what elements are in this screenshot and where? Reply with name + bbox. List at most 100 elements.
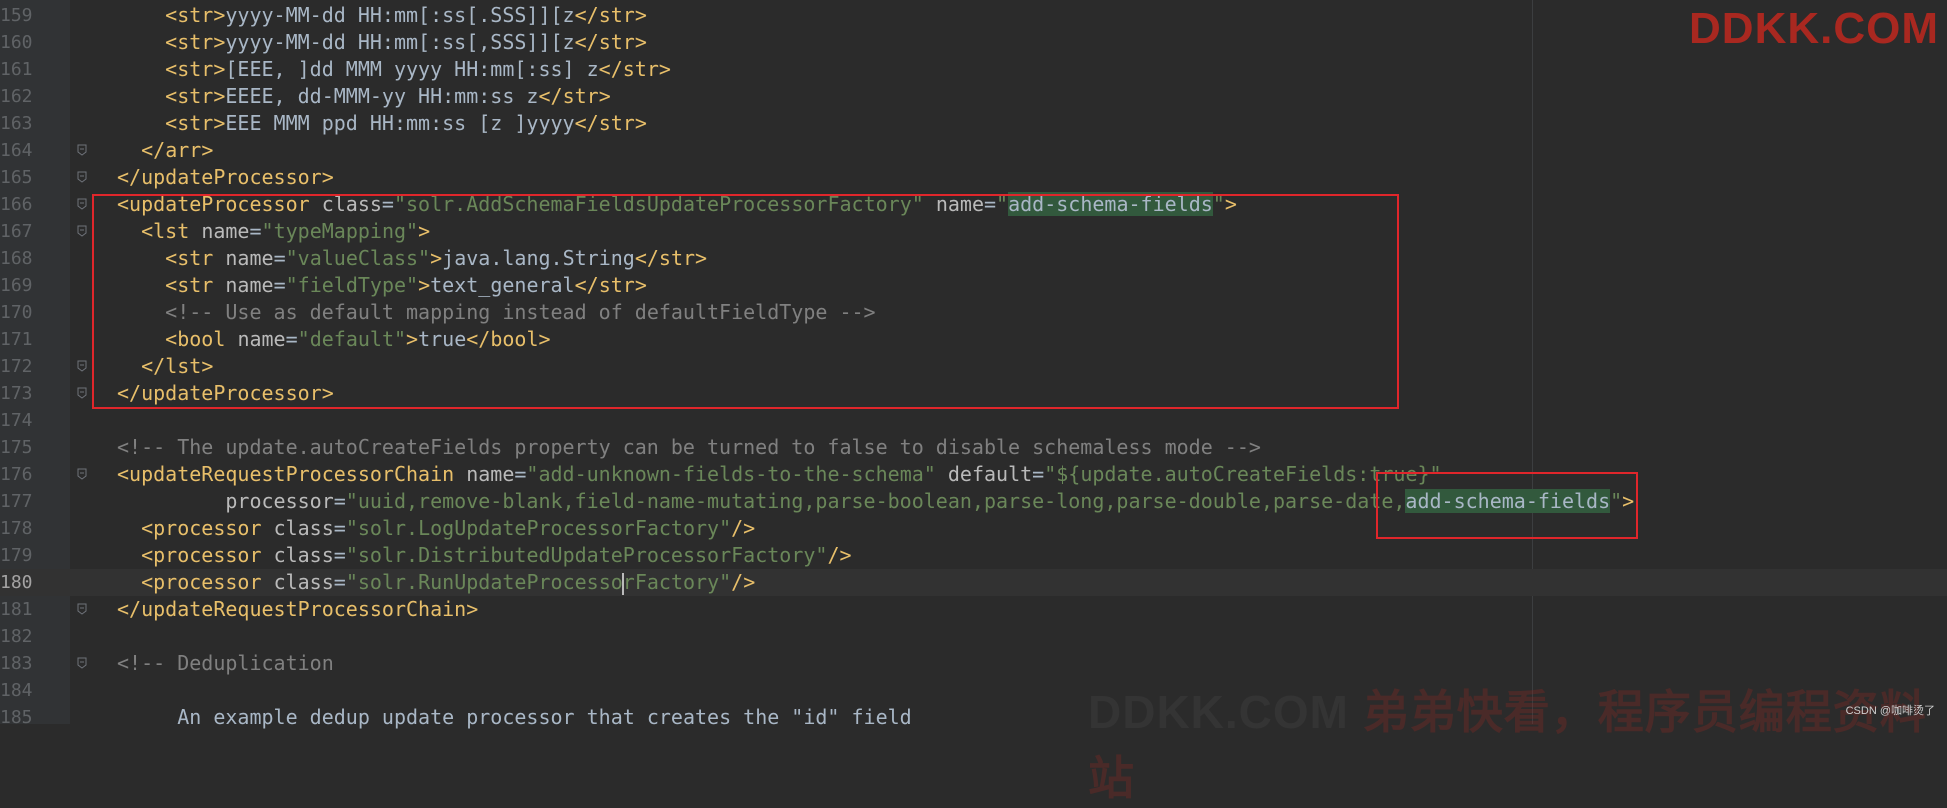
token-tag: updateRequestProcessorChain <box>141 597 467 621</box>
token-ang: > <box>321 165 334 189</box>
line-number: 166 <box>0 194 33 215</box>
token-tag: updateProcessor <box>141 165 322 189</box>
token-ang: < <box>117 462 130 486</box>
code-line-176[interactable]: 176 <updateRequestProcessorChain name="ad… <box>0 461 1947 488</box>
line-number: 178 <box>0 518 33 539</box>
token-ang: > <box>213 111 226 135</box>
code-text: <str>yyyy-MM-dd HH:mm[:ss[.SSS]][z</str> <box>117 2 647 29</box>
token-tag: str <box>598 111 635 135</box>
fold-marker-icon[interactable] <box>76 144 88 156</box>
watermark-bottom: DDKK.COM 弟弟快看，程序员编程资料站 <box>1088 676 1947 808</box>
token-ang: > <box>658 57 671 81</box>
line-number: 164 <box>0 140 33 161</box>
line-number: 172 <box>0 356 33 377</box>
token-ang: > <box>213 84 226 108</box>
line-number: 176 <box>0 464 33 485</box>
token-ang: < <box>165 3 178 27</box>
token-cmt: <!-- The update.autoCreateFields propert… <box>117 435 1261 459</box>
line-number: 163 <box>0 113 33 134</box>
line-number: 181 <box>0 599 33 620</box>
token-tag: str <box>177 3 214 27</box>
code-line-178[interactable]: 178 <processor class="solr.LogUpdateProc… <box>0 515 1947 542</box>
code-text: </arr> <box>117 137 213 164</box>
code-line-162[interactable]: 162 <str>EEEE, dd-MMM-yy HH:mm:ss z</str… <box>0 83 1947 110</box>
token-val: "solr.RunUpdateProcesso <box>345 570 623 594</box>
line-number: 171 <box>0 329 33 350</box>
code-line-183[interactable]: 183 <!-- Deduplication <box>0 650 1947 677</box>
fold-marker-icon[interactable] <box>76 603 88 615</box>
token-txt: = <box>333 516 346 540</box>
code-line-164[interactable]: 164 </arr> <box>0 137 1947 164</box>
token-val: "solr.LogUpdateProcessorFactory" <box>345 516 732 540</box>
code-text: <str>EEE MMM ppd HH:mm:ss [z ]yyyy</str> <box>117 110 647 137</box>
token-cmt: <!-- Deduplication <box>117 651 334 675</box>
token-attr: class <box>273 570 334 594</box>
token-txt: yyyy-MM-dd HH:mm[:ss[.SSS]][z <box>225 3 575 27</box>
fold-marker-icon[interactable] <box>76 225 88 237</box>
token-ang: < <box>141 543 154 567</box>
token-ang: </ <box>117 165 142 189</box>
code-text: <processor class="solr.RunUpdateProcesso… <box>117 569 755 596</box>
line-number: 165 <box>0 167 33 188</box>
line-number: 162 <box>0 86 33 107</box>
token-ang: > <box>201 138 214 162</box>
line-number: 183 <box>0 653 33 674</box>
code-line-182[interactable]: 182 <box>0 623 1947 650</box>
line-number: 160 <box>0 32 33 53</box>
token-tag: str <box>177 57 214 81</box>
fold-marker-icon[interactable] <box>76 387 88 399</box>
code-text: <str>EEEE, dd-MMM-yy HH:mm:ss z</str> <box>117 83 611 110</box>
line-number: 175 <box>0 437 33 458</box>
code-line-165[interactable]: 165 </updateProcessor> <box>0 164 1947 191</box>
code-line-161[interactable]: 161 <str>[EEE, ]dd MMM yyyy HH:mm[:ss] z… <box>0 56 1947 83</box>
token-ang: > <box>213 57 226 81</box>
line-number: 168 <box>0 248 33 269</box>
token-val: "solr.DistributedUpdateProcessorFactory" <box>345 543 828 567</box>
fold-marker-icon[interactable] <box>76 171 88 183</box>
token-tag: arr <box>165 138 202 162</box>
token-txt: = <box>333 570 346 594</box>
token-ang: < <box>165 84 178 108</box>
token-ang: > <box>634 3 647 27</box>
token-txt: = <box>514 462 527 486</box>
fold-marker-icon[interactable] <box>76 657 88 669</box>
line-number: 179 <box>0 545 33 566</box>
line-number: 167 <box>0 221 33 242</box>
code-line-159[interactable]: 159 <str>yyyy-MM-dd HH:mm[:ss[.SSS]][z</… <box>0 2 1947 29</box>
line-number: 173 <box>0 383 33 404</box>
code-line-175[interactable]: 175 <!-- The update.autoCreateFields prop… <box>0 434 1947 461</box>
code-line-179[interactable]: 179 <processor class="solr.DistributedUp… <box>0 542 1947 569</box>
code-line-181[interactable]: 181 </updateRequestProcessorChain> <box>0 596 1947 623</box>
line-number: 169 <box>0 275 33 296</box>
line-number: 177 <box>0 491 33 512</box>
token-tag: updateRequestProcessorChain <box>129 462 467 486</box>
code-line-163[interactable]: 163 <str>EEE MMM ppd HH:mm:ss [z ]yyyy</… <box>0 110 1947 137</box>
line-number: 159 <box>0 5 33 26</box>
code-text: <str>yyyy-MM-dd HH:mm[:ss[,SSS]][z</str> <box>117 29 647 56</box>
annotation-box-update-processor <box>92 194 1399 409</box>
line-number: 184 <box>0 680 33 701</box>
token-tag: processor <box>153 543 274 567</box>
line-number: 180 <box>0 572 33 593</box>
fold-marker-icon[interactable] <box>76 360 88 372</box>
token-ang: </ <box>141 138 166 162</box>
code-line-177[interactable]: 177 processor="uuid,remove-blank,field-n… <box>0 488 1947 515</box>
token-tag: str <box>562 84 599 108</box>
token-attr: class <box>273 543 334 567</box>
fold-marker-icon[interactable] <box>76 198 88 210</box>
code-text: An example dedup update processor that c… <box>117 704 912 731</box>
token-txt: = <box>333 489 346 513</box>
token-attr: default <box>947 462 1033 486</box>
token-ang: /> <box>827 543 852 567</box>
token-txt: An example dedup update processor that c… <box>177 705 912 729</box>
code-line-160[interactable]: 160 <str>yyyy-MM-dd HH:mm[:ss[,SSS]][z</… <box>0 29 1947 56</box>
code-text: <!-- The update.autoCreateFields propert… <box>117 434 1261 461</box>
token-ang: < <box>165 30 178 54</box>
code-line-180[interactable]: 180 <processor class="solr.RunUpdateProc… <box>0 569 1947 596</box>
fold-marker-icon[interactable] <box>76 468 88 480</box>
line-number: 174 <box>0 410 33 431</box>
token-ang: </ <box>538 84 563 108</box>
code-line-174[interactable]: 174 <box>0 407 1947 434</box>
token-ang: > <box>466 597 479 621</box>
token-ang: < <box>141 516 154 540</box>
